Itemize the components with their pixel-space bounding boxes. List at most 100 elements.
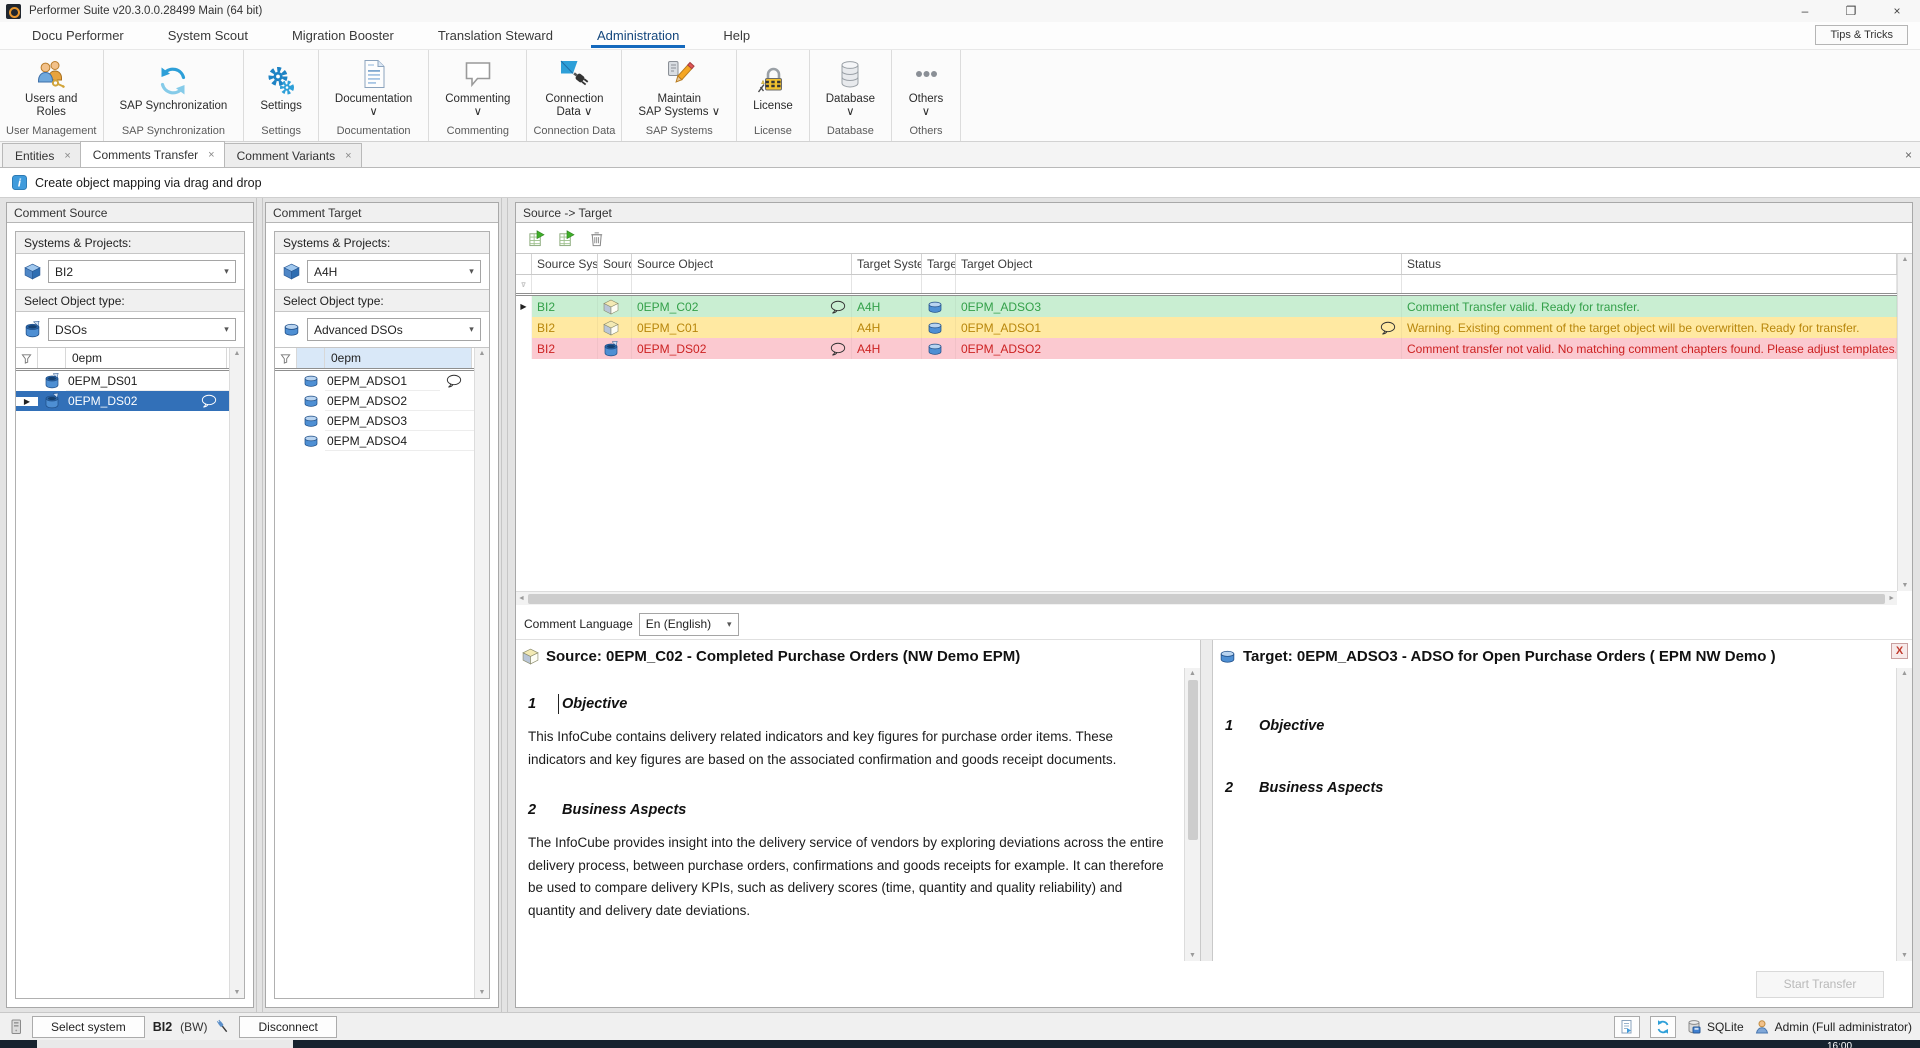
tab-comments-transfer[interactable]: Comments Transfer× <box>80 141 225 167</box>
close-tab-icon[interactable]: × <box>208 149 214 161</box>
refresh-button[interactable] <box>1650 1016 1676 1038</box>
ribbon-button-commenting[interactable]: Commenting ∨ <box>435 53 520 121</box>
target-type-cell <box>922 317 956 338</box>
ribbon-group-label: User Management <box>6 124 97 141</box>
source-filter-input[interactable]: 0epm <box>66 348 227 368</box>
column-header-source-object[interactable]: Source Object <box>632 254 852 274</box>
list-item-0epm-ds01[interactable]: 0EPM_DS01 <box>16 371 229 391</box>
close-preview-icon[interactable]: X <box>1891 643 1908 659</box>
target-filter-input[interactable]: 0epm <box>325 348 472 368</box>
scroll-thumb[interactable] <box>528 594 1885 604</box>
target-document-content[interactable]: 1Objective2Business Aspects <box>1213 668 1912 796</box>
target-system-cell: A4H <box>852 296 922 317</box>
delete-mapping-button[interactable] <box>584 227 608 249</box>
target-list-scrollbar[interactable]: ▲▼ <box>474 348 489 998</box>
source-object-type-select[interactable]: DSOs ▾ <box>48 318 236 341</box>
ribbon-button-documentation[interactable]: Documentation ∨ <box>325 53 422 121</box>
ribbon-button-license[interactable]: License <box>743 60 803 115</box>
target-object-type-select[interactable]: Advanced DSOs ▾ <box>307 318 481 341</box>
close-tab-icon[interactable]: × <box>64 150 70 162</box>
target-object-cell: 0EPM_ADSO2 <box>956 338 1402 359</box>
ribbon-button-maintain[interactable]: Maintain SAP Systems ∨ <box>628 53 730 121</box>
ribbon-button-users-and[interactable]: Users and Roles <box>15 53 87 121</box>
list-item-0epm-adso4[interactable]: 0EPM_ADSO4 <box>275 431 474 451</box>
filter-icon[interactable] <box>16 348 38 368</box>
start-transfer-button[interactable]: Start Transfer <box>1756 971 1884 998</box>
select-system-button[interactable]: Select system <box>32 1016 145 1038</box>
source-document-content[interactable]: 1ObjectiveThis InfoCube contains deliver… <box>516 668 1200 942</box>
document-log-button[interactable] <box>1614 1016 1640 1038</box>
add-mapping-button[interactable] <box>524 227 548 249</box>
target-system-select[interactable]: A4H ▾ <box>307 260 481 283</box>
column-header-target-system[interactable]: Target System <box>852 254 922 274</box>
doc-heading-text: Business Aspects <box>562 802 686 818</box>
scroll-thumb[interactable] <box>1188 680 1198 840</box>
row-indicator-header <box>516 254 532 274</box>
menu-item-docu-performer[interactable]: Docu Performer <box>10 22 146 49</box>
ribbon-group-others: Others ∨Others <box>892 50 961 141</box>
menu-item-administration[interactable]: Administration <box>575 22 701 49</box>
column-header-target-object[interactable]: Target Object <box>956 254 1402 274</box>
ribbon-group-commenting: Commenting ∨ Commenting <box>429 50 527 141</box>
list-item-0epm-adso3[interactable]: 0EPM_ADSO3 <box>275 411 474 431</box>
splitter[interactable] <box>501 198 508 1012</box>
menu-item-help[interactable]: Help <box>701 22 772 49</box>
close-button[interactable]: × <box>1874 0 1920 22</box>
ribbon-button-database[interactable]: Database ∨ <box>816 53 885 121</box>
ribbon-button-settings[interactable]: Settings <box>250 60 312 115</box>
menu-item-system-scout[interactable]: System Scout <box>146 22 270 49</box>
close-document-icon[interactable]: × <box>1905 148 1912 162</box>
column-header-source-system[interactable]: Source System <box>532 254 598 274</box>
ribbon-button-label: SAP Synchronization <box>120 100 228 113</box>
target-document-scrollbar[interactable]: ▲▼ <box>1896 668 1912 961</box>
target-system-cell: A4H <box>852 317 922 338</box>
menu-item-migration-booster[interactable]: Migration Booster <box>270 22 416 49</box>
column-header-status[interactable]: Status <box>1402 254 1897 274</box>
ribbon-button-others[interactable]: Others ∨ <box>898 53 954 121</box>
source-document-scrollbar[interactable]: ▲▼ <box>1184 668 1200 961</box>
column-header-source[interactable]: Source... <box>598 254 632 274</box>
menu-item-translation-steward[interactable]: Translation Steward <box>416 22 575 49</box>
list-item-0epm-adso2[interactable]: 0EPM_ADSO2 <box>275 391 474 411</box>
chevron-down-icon: ▾ <box>218 261 235 282</box>
filter-icon[interactable] <box>275 348 297 368</box>
list-item-0epm-adso1[interactable]: 0EPM_ADSO1 <box>275 371 474 391</box>
document-splitter[interactable] <box>1200 640 1213 961</box>
user-icon <box>1754 1019 1770 1035</box>
tab-comment-variants[interactable]: Comment Variants× <box>224 143 362 167</box>
mapping-table-hscrollbar[interactable]: ◄► <box>516 591 1897 605</box>
ribbon-button-label: Others ∨ <box>909 93 944 119</box>
mapping-row-0epm-c01[interactable]: BI20EPM_C01A4H0EPM_ADSO1Warning. Existin… <box>516 317 1897 338</box>
comment-icon <box>1380 321 1396 335</box>
mapping-row-0epm-ds02[interactable]: BI20EPM_DS02A4H0EPM_ADSO2Comment transfe… <box>516 338 1897 359</box>
comment-language-select[interactable]: En (English) ▾ <box>639 613 739 636</box>
taskbar[interactable]: 16:00 <box>0 1040 1920 1048</box>
ribbon-button-connection[interactable]: Connection Data ∨ <box>535 53 613 121</box>
filter-icon[interactable] <box>516 275 532 293</box>
source-list-scrollbar[interactable]: ▲▼ <box>229 348 244 998</box>
ribbon-group-label: Commenting <box>435 124 520 141</box>
maximize-button[interactable]: ❐ <box>1828 0 1874 22</box>
tab-entities[interactable]: Entities× <box>2 143 81 167</box>
expand-icon[interactable]: ▶ <box>16 397 38 406</box>
ribbon-button-sap-synchronization[interactable]: SAP Synchronization <box>110 60 238 115</box>
status-bar: Select system BI2 (BW) Disconnect SQLite… <box>0 1012 1920 1040</box>
chevron-down-icon: ▾ <box>721 614 738 635</box>
source-system-select[interactable]: BI2 ▾ <box>48 260 236 283</box>
disconnect-button[interactable]: Disconnect <box>239 1016 336 1038</box>
mapping-table-vscrollbar[interactable]: ▲▼ <box>1897 254 1912 591</box>
mapping-row-0epm-c02[interactable]: ▶BI20EPM_C02A4H0EPM_ADSO3Comment Transfe… <box>516 296 1897 317</box>
tips-and-tricks-button[interactable]: Tips & Tricks <box>1815 25 1908 45</box>
list-item-0epm-ds02[interactable]: ▶0EPM_DS02 <box>16 391 229 411</box>
close-tab-icon[interactable]: × <box>345 150 351 162</box>
mapping-filter-row[interactable] <box>516 275 1897 296</box>
column-header-target[interactable]: Target... <box>922 254 956 274</box>
minimize-button[interactable]: – <box>1782 0 1828 22</box>
ribbon-group-label: Connection Data <box>533 124 615 141</box>
maintain-sap-icon <box>663 57 695 91</box>
expand-icon[interactable]: ▶ <box>516 296 532 317</box>
taskbar-app-segment[interactable] <box>37 1040 293 1048</box>
comment-target-panel: Comment Target Systems & Projects: A4H ▾… <box>265 202 499 1008</box>
splitter[interactable] <box>256 198 263 1012</box>
auto-mapping-button[interactable] <box>554 227 578 249</box>
